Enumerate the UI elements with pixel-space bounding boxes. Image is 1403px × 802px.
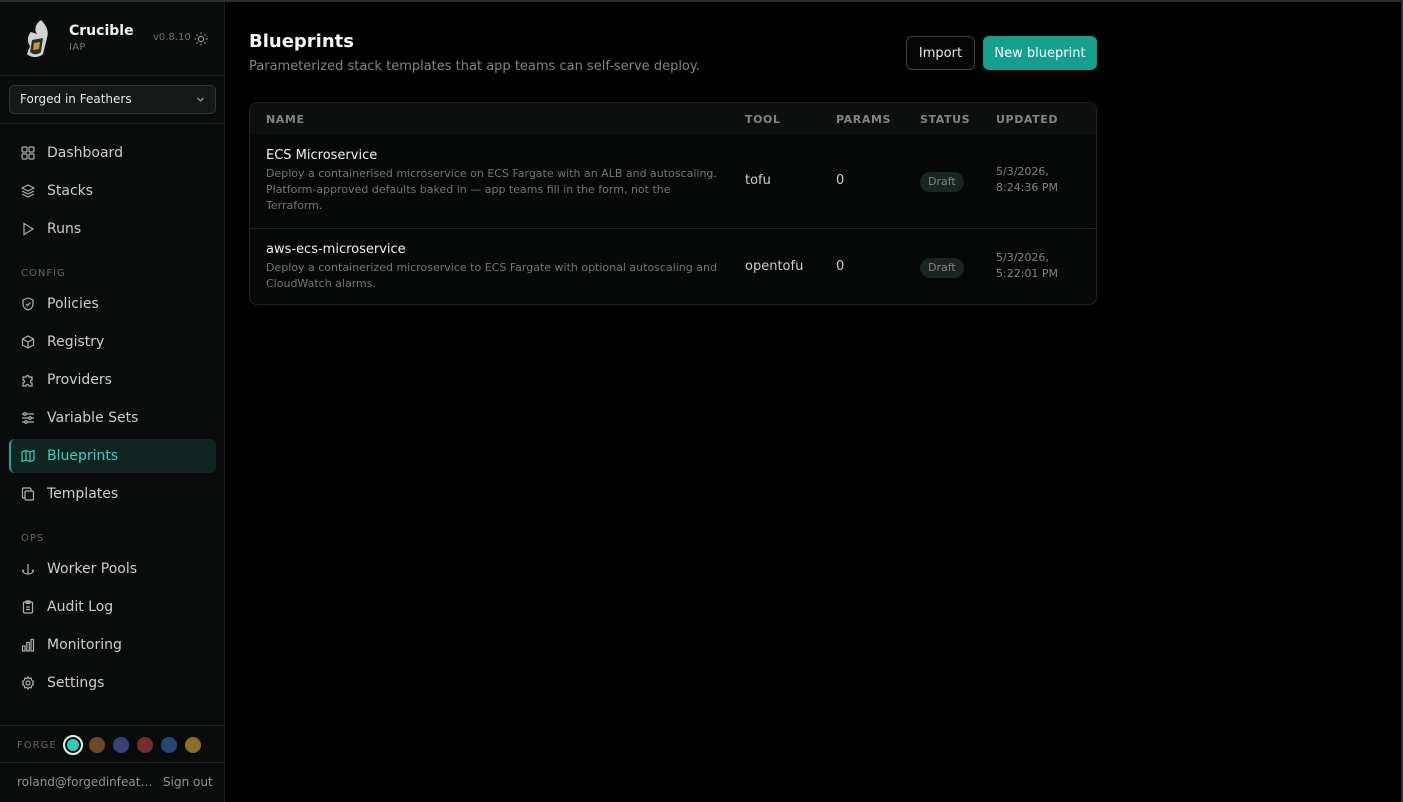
crucible-logo-icon	[27, 20, 48, 57]
nav-label: Dashboard	[47, 145, 123, 161]
forge-swatch-red[interactable]	[137, 737, 153, 753]
table-header: NAME TOOL PARAMS STATUS UPDATED	[250, 103, 1096, 135]
forge-swatch-brown[interactable]	[89, 737, 105, 753]
layers-icon	[21, 184, 35, 198]
blueprint-tool: opentofu	[745, 259, 804, 274]
column-header-name: NAME	[266, 113, 305, 126]
chevron-down-icon	[197, 97, 204, 102]
blueprints-table: NAME TOOL PARAMS STATUS UPDATED ECS Micr…	[249, 102, 1097, 305]
forge-theme-bar: FORGE	[0, 725, 224, 763]
blueprint-description: Deploy a containerized microservice to E…	[266, 261, 717, 290]
blueprint-updated: 5/3/2026, 8:24:36 PM	[996, 165, 1059, 194]
nav-item-dashboard[interactable]: Dashboard	[9, 136, 216, 170]
clipboard-icon	[22, 600, 34, 614]
puzzle-icon	[22, 374, 33, 387]
nav-label: Settings	[47, 675, 105, 691]
nav-item-settings[interactable]: Settings	[9, 666, 216, 700]
gear-icon	[21, 676, 35, 690]
section-label-ops: OPS	[21, 533, 45, 544]
org-select-value: Forged in Feathers	[20, 92, 132, 106]
status-badge: Draft	[920, 258, 964, 278]
nav-item-providers[interactable]: Providers	[9, 363, 216, 397]
org-switcher-wrap: Forged in Feathers	[0, 76, 224, 124]
nav-item-blueprints[interactable]: Blueprints	[9, 439, 216, 473]
sun-icon[interactable]	[194, 32, 208, 46]
nav-item-worker-pools[interactable]: Worker Pools	[9, 552, 216, 586]
nav-item-monitoring[interactable]: Monitoring	[9, 628, 216, 662]
nav-label: Registry	[47, 334, 105, 350]
forge-label: FORGE	[17, 740, 57, 751]
box-icon	[21, 335, 35, 349]
nav-label: Providers	[47, 372, 112, 388]
nav-label: Audit Log	[47, 599, 114, 615]
blueprint-name: aws-ecs-microservice	[266, 242, 406, 257]
blueprint-name: ECS Microservice	[266, 148, 378, 163]
play-icon	[23, 222, 35, 236]
nav-label: Worker Pools	[47, 561, 138, 577]
blueprint-description: Deploy a containerised microservice on E…	[266, 167, 717, 212]
forge-swatch-indigo[interactable]	[113, 737, 129, 753]
nav-label: Templates	[47, 486, 119, 502]
section-label-config: CONFIG	[21, 268, 66, 279]
nav-item-policies[interactable]: Policies	[9, 287, 216, 321]
map-icon	[21, 449, 35, 463]
page-subtitle: Parameterized stack templates that app t…	[249, 59, 700, 74]
column-header-status: STATUS	[920, 113, 971, 126]
table-row[interactable]: aws-ecs-microservice Deploy a containeri…	[250, 228, 1096, 304]
nav-item-runs[interactable]: Runs	[9, 212, 216, 246]
app-name: Crucible	[69, 23, 134, 39]
column-header-tool: TOOL	[745, 113, 781, 126]
shield-check-icon	[22, 297, 34, 311]
page-title: Blueprints	[249, 31, 354, 52]
bar-chart-icon	[21, 638, 35, 652]
copy-icon	[21, 487, 35, 501]
nav-item-stacks[interactable]: Stacks	[9, 174, 216, 208]
nav-item-variable-sets[interactable]: Variable Sets	[9, 401, 216, 435]
sliders-icon	[22, 412, 34, 424]
status-badge: Draft	[920, 172, 964, 192]
sign-out-link[interactable]: Sign out	[163, 775, 213, 789]
nav-item-registry[interactable]: Registry	[9, 325, 216, 359]
new-blueprint-button[interactable]: New blueprint	[983, 36, 1097, 70]
nav-label: Blueprints	[47, 448, 119, 464]
import-button[interactable]: Import	[906, 36, 975, 70]
forge-swatch-teal[interactable]	[63, 735, 83, 755]
blueprint-params: 0	[836, 173, 845, 188]
brand-header: Crucible IAP v0.8.10	[0, 2, 224, 76]
nav-label: Runs	[47, 221, 82, 237]
nav-item-templates[interactable]: Templates	[9, 477, 216, 511]
sidebar: Crucible IAP v0.8.10 Forged in Feathers …	[0, 2, 225, 802]
app-version: v0.8.10	[153, 32, 191, 43]
blueprint-params: 0	[836, 259, 845, 274]
nav-label: Policies	[47, 296, 99, 312]
blueprint-tool: tofu	[745, 173, 771, 188]
table-row[interactable]: ECS Microservice Deploy a containerised …	[250, 135, 1096, 228]
column-header-updated: UPDATED	[996, 113, 1059, 126]
anchor-icon	[21, 564, 35, 575]
column-header-params: PARAMS	[836, 113, 892, 126]
org-select[interactable]: Forged in Feathers	[9, 85, 216, 114]
forge-swatch-gold[interactable]	[185, 737, 201, 753]
forge-swatch-blue[interactable]	[161, 737, 177, 753]
nav-label: Monitoring	[47, 637, 122, 653]
app-subtitle: IAP	[69, 42, 86, 53]
nav-label: Stacks	[47, 183, 94, 199]
nav-item-audit-log[interactable]: Audit Log	[9, 590, 216, 624]
nav-label: Variable Sets	[47, 410, 139, 426]
grid-icon	[21, 146, 35, 160]
blueprint-updated: 5/3/2026, 5:22:01 PM	[996, 251, 1059, 280]
user-email: roland@forgedinfeathers.com	[17, 775, 155, 789]
